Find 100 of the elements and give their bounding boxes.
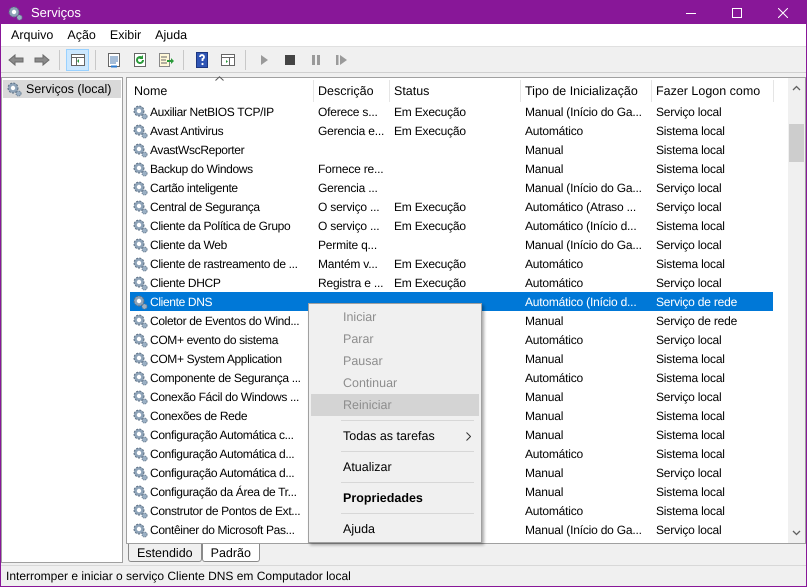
table-cell-text: Manual (525, 426, 564, 444)
table-cell-text: Manual (525, 142, 564, 158)
console-view-icon (220, 52, 236, 68)
scrollbar[interactable] (788, 78, 805, 543)
table-cell-text: Serviço local (656, 522, 722, 538)
table-cell-text: Automático (Início d... (525, 294, 636, 310)
table-cell-text: Cliente da Política de Grupo (150, 218, 290, 234)
table-cell-text: Manual (525, 160, 564, 178)
scroll-up-icon[interactable] (792, 85, 801, 91)
menu-item[interactable]: Ajuda (311, 518, 479, 540)
table-cell-text: Cartão inteligente (150, 180, 238, 196)
view-tab[interactable]: Padrão (202, 544, 260, 562)
table-cell-text: O serviço ... (318, 198, 380, 216)
table-cell-text: Central de Segurança (150, 198, 260, 216)
table-cell-text: Componente de Segurança ... (150, 370, 301, 386)
menu-item[interactable]: Ajuda (148, 24, 194, 46)
close-icon (778, 8, 788, 18)
table-cell-text: Avast Antivirus (150, 122, 224, 140)
table-cell-text: Fornece re... (318, 160, 384, 178)
table-cell-text: Em Execução (394, 256, 466, 272)
table-cell-text: Construtor de Pontos de Ext... (150, 502, 300, 520)
table-cell-text: Sistema local (656, 446, 725, 462)
table-cell-text: Contêiner do Microsoft Pas... (150, 522, 295, 538)
table-cell-text: Sistema local (656, 160, 725, 178)
gear-icon (132, 122, 148, 138)
table-cell-text: Automático (525, 502, 584, 520)
view-tab[interactable]: Estendido (128, 544, 202, 562)
gear-icon (6, 81, 22, 97)
tree-item[interactable]: Serviços (local) (3, 80, 121, 98)
table-cell-text: Sistema local (656, 256, 725, 272)
table-cell-text: Manual (525, 388, 564, 406)
table-cell-text: Manual (Início do Ga... (525, 522, 642, 538)
gear-icon (132, 198, 148, 214)
table-cell-text: Permite q... (318, 236, 377, 254)
gear-icon (132, 294, 148, 310)
gear-icon (132, 180, 148, 196)
table-cell-text: Manual (Início do Ga... (525, 236, 642, 254)
table-cell-text: Serviço local (656, 198, 722, 216)
gear-icon (132, 104, 148, 120)
table-cell-text: Configuração Automática d... (150, 464, 294, 482)
table-cell-text: Manual (525, 464, 564, 482)
table-cell-text: Sistema local (656, 408, 725, 424)
gear-icon (132, 256, 148, 272)
table-cell-text: Automático (Atraso ... (525, 198, 636, 216)
window-title: Serviços (31, 4, 81, 22)
table-cell-text: Serviço de rede (656, 294, 738, 310)
refresh-icon (132, 52, 148, 68)
table-cell-text: Sistema local (656, 502, 725, 520)
sort-ascending-icon (215, 76, 224, 81)
table-cell-text: Manual (525, 408, 564, 424)
menu-item[interactable]: Propriedades (311, 487, 479, 509)
table-cell-text: Conexões de Rede (150, 408, 248, 424)
table-cell-text: Sistema local (656, 218, 725, 234)
table-cell-text: Backup do Windows (150, 160, 253, 178)
table-cell-text: Sistema local (656, 370, 725, 386)
table-cell-text: Em Execução (394, 218, 466, 234)
table-cell-text: Em Execução (394, 198, 466, 216)
scrollbar-thumb[interactable] (789, 124, 804, 162)
table-cell-text: Sistema local (656, 122, 725, 140)
gear-icon (132, 142, 148, 158)
table-cell-text: Automático (525, 370, 584, 386)
properties-sheet-icon (106, 52, 122, 68)
forward-arrow-icon (34, 52, 50, 68)
table-cell-text: Cliente da Web (150, 236, 227, 254)
gear-icon (132, 426, 148, 442)
column-header[interactable]: Tipo de Inicialização (521, 80, 652, 102)
table-cell-text: Sistema local (656, 350, 725, 368)
table-cell-text: Serviço local (656, 104, 722, 120)
table-cell-text: Manual (Início do Ga... (525, 104, 642, 120)
table-cell-text: Sistema local (656, 426, 725, 444)
gear-icon (132, 332, 148, 348)
table-cell-text: Gerencia ... (318, 180, 378, 196)
table-cell-text: Registra e ... (318, 274, 384, 292)
table-cell-text: Configuração Automática c... (150, 426, 294, 444)
table-cell-text: Automático (525, 122, 584, 140)
menu-item[interactable]: Atualizar (311, 456, 479, 478)
table-cell-text: Automático (525, 256, 584, 272)
table-cell-text: Serviço local (656, 332, 722, 348)
column-header[interactable]: Fazer Logon como (652, 80, 774, 102)
table-cell-text: Automático (525, 446, 584, 462)
column-header[interactable]: Descrição (314, 80, 390, 102)
table-cell-text: Sistema local (656, 142, 725, 158)
menu-item[interactable]: Exibir (102, 24, 148, 46)
back-arrow-icon (8, 52, 24, 68)
toolbar-button[interactable] (66, 48, 89, 70)
scroll-down-icon[interactable] (792, 530, 801, 536)
menu-item[interactable]: Todas as tarefas (311, 425, 479, 447)
gear-icon (132, 312, 148, 328)
column-header[interactable]: Status (390, 80, 521, 102)
table-cell-text: Conexão Fácil do Windows ... (150, 388, 299, 406)
table-cell-text: COM+ System Application (150, 350, 282, 368)
table-cell-text: Mantém v... (318, 256, 378, 272)
table-cell-text: AvastWscReporter (150, 142, 244, 158)
table-cell-text: Serviço de rede (656, 312, 738, 330)
gear-icon (7, 4, 23, 20)
table-cell-text: Automático (Início d... (525, 218, 636, 234)
menu-item[interactable]: Ação (60, 24, 103, 46)
column-header[interactable]: Nome (130, 80, 314, 102)
gear-icon (132, 218, 148, 234)
menu-item[interactable]: Arquivo (4, 24, 60, 46)
